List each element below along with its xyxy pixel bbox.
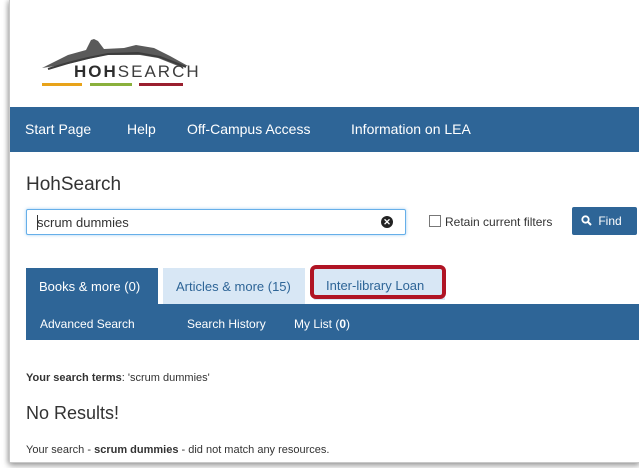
my-list-link[interactable]: My List (0)	[294, 317, 350, 331]
page-title: HohSearch	[26, 174, 122, 195]
logo-wordmark: HOHSEARCH	[74, 62, 201, 81]
search-input-value: scrum dummies	[37, 215, 129, 230]
find-button[interactable]: Find	[572, 207, 637, 235]
hohsearch-logo[interactable]: HOHSEARCH	[28, 22, 208, 92]
search-icon	[581, 214, 595, 228]
browser-frame: HOHSEARCH Start Page Help Off-Campus Acc…	[9, 0, 639, 463]
main-nav: Start Page Help Off-Campus Access Inform…	[10, 107, 639, 152]
logo-bar-orange	[42, 83, 82, 86]
tab-articles-and-more[interactable]: Articles & more (15)	[163, 268, 305, 304]
search-terms-summary: Your search terms: 'scrum dummies'	[26, 372, 210, 384]
no-match-prefix: Your search -	[26, 444, 95, 456]
logo-bar-red	[139, 83, 183, 86]
retain-filters-checkbox[interactable]	[429, 215, 441, 227]
search-terms-label: Your search terms	[26, 372, 122, 384]
annotation-highlight-box	[310, 265, 446, 299]
logo-bar-green	[90, 83, 132, 86]
nav-off-campus-access[interactable]: Off-Campus Access	[187, 121, 310, 137]
nav-start-page[interactable]: Start Page	[25, 121, 91, 137]
tab-books-and-more[interactable]: Books & more (0)	[26, 268, 158, 304]
find-button-label: Find	[598, 214, 622, 228]
search-input[interactable]: scrum dummies ✕	[26, 209, 406, 235]
logo-color-bars	[42, 83, 190, 86]
no-match-message: Your search - scrum dummies - did not ma…	[26, 444, 329, 456]
text-caret	[37, 215, 38, 230]
my-list-close: )	[346, 317, 351, 331]
nav-help[interactable]: Help	[127, 121, 156, 137]
search-sub-nav: Advanced Search Search History My List (…	[26, 304, 639, 340]
no-match-suffix: - did not match any resources.	[178, 444, 330, 456]
search-history-link[interactable]: Search History	[187, 317, 266, 331]
advanced-search-link[interactable]: Advanced Search	[40, 317, 135, 331]
my-list-label: My List (	[294, 317, 340, 331]
retain-filters-option[interactable]: Retain current filters	[429, 215, 552, 229]
search-terms-value: : 'scrum dummies'	[121, 372, 210, 384]
retain-filters-label: Retain current filters	[445, 215, 553, 229]
no-match-query: scrum dummies	[94, 444, 179, 456]
clear-search-icon[interactable]: ✕	[381, 216, 393, 228]
nav-information-on-lea[interactable]: Information on LEA	[351, 121, 471, 137]
no-results-heading: No Results!	[26, 403, 120, 423]
